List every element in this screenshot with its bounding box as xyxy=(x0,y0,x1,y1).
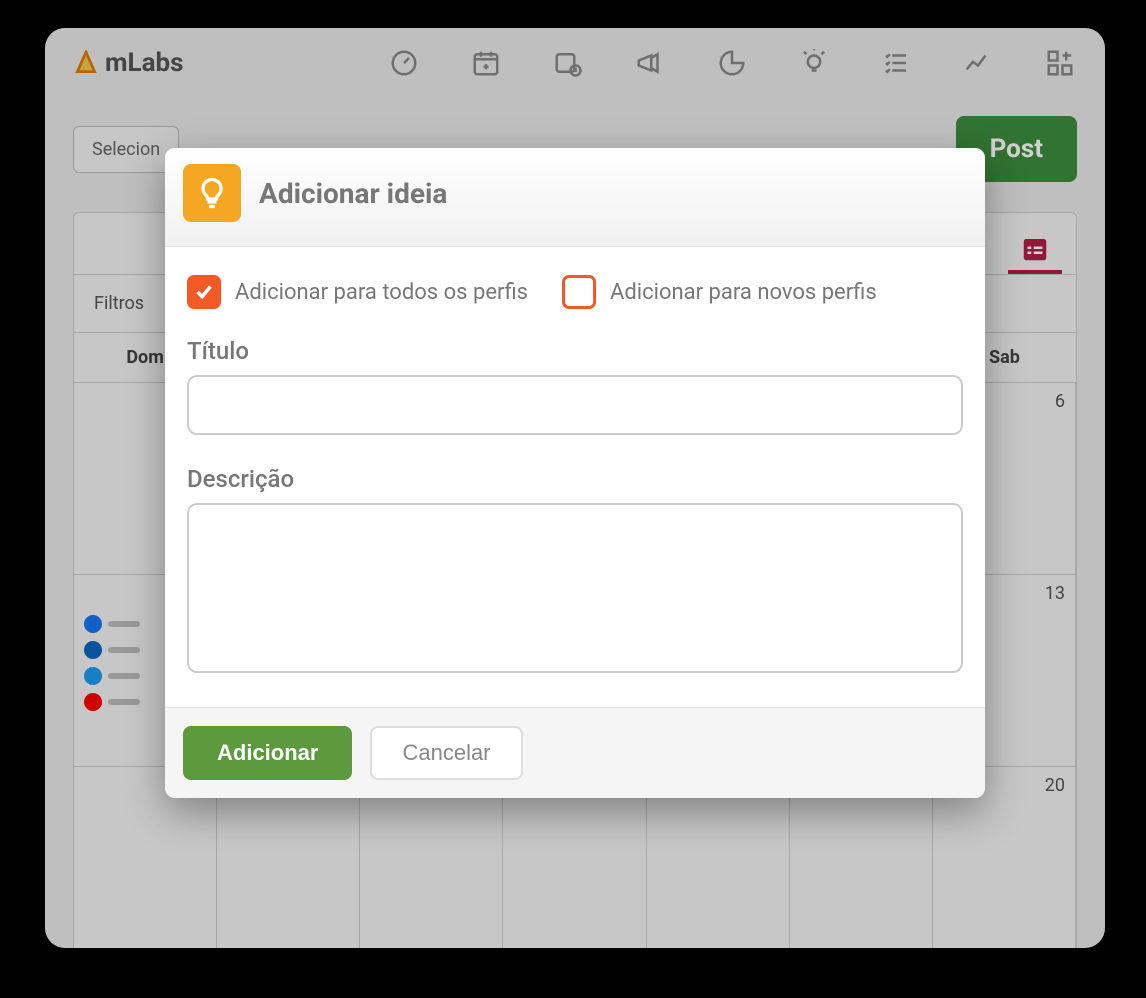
checkbox-all-profiles[interactable]: Adicionar para todos os perfis xyxy=(187,275,528,309)
checkbox-new-profiles[interactable]: Adicionar para novos perfis xyxy=(562,275,877,309)
checkbox-icon xyxy=(562,275,596,309)
title-input[interactable] xyxy=(187,375,963,435)
modal-header: Adicionar ideia xyxy=(165,148,985,247)
title-label: Título xyxy=(187,337,963,365)
checkbox-icon xyxy=(187,275,221,309)
checkbox-label: Adicionar para todos os perfis xyxy=(235,280,528,305)
title-field-group: Título xyxy=(187,337,963,435)
modal-body: Adicionar para todos os perfis Adicionar… xyxy=(165,247,985,707)
description-label: Descrição xyxy=(187,465,963,493)
modal-title: Adicionar ideia xyxy=(259,177,447,210)
description-field-group: Descrição xyxy=(187,465,963,677)
checkbox-label: Adicionar para novos perfis xyxy=(610,280,877,305)
cancel-button[interactable]: Cancelar xyxy=(370,726,522,780)
description-input[interactable] xyxy=(187,503,963,673)
checkbox-row: Adicionar para todos os perfis Adicionar… xyxy=(187,275,963,309)
add-button[interactable]: Adicionar xyxy=(183,726,352,780)
lightbulb-icon xyxy=(183,164,241,222)
add-idea-modal: Adicionar ideia Adicionar para todos os … xyxy=(165,148,985,798)
modal-footer: Adicionar Cancelar xyxy=(165,707,985,798)
